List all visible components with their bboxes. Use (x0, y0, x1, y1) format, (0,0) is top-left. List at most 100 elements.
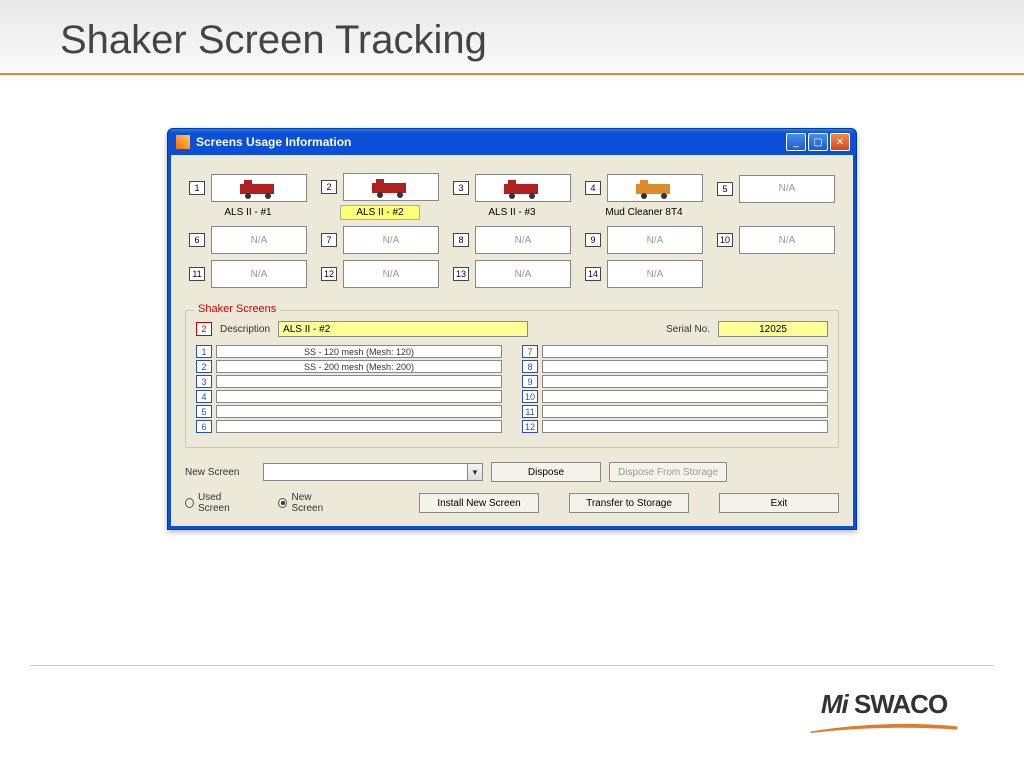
divider-orange (0, 73, 1024, 75)
slot-number: 9 (522, 375, 538, 388)
selected-position-number: 2 (196, 322, 212, 336)
description-label: Description (220, 324, 270, 335)
mud-cleaner-icon (607, 174, 703, 202)
shaker-position-13[interactable]: 13N/A (453, 260, 571, 288)
install-new-screen-button[interactable]: Install New Screen (419, 493, 539, 513)
window-screens-usage: Screens Usage Information _ ▢ ✕ 1ALS II … (167, 128, 857, 530)
slot-number: 6 (196, 420, 212, 433)
app-icon (176, 135, 190, 149)
position-number: 13 (453, 267, 469, 281)
screen-slot-11[interactable] (542, 405, 828, 418)
slot-number: 12 (522, 420, 538, 433)
screen-slot-1[interactable]: SS - 120 mesh (Mesh: 120) (216, 345, 502, 358)
position-number: 11 (189, 267, 205, 281)
slot-number: 5 (196, 405, 212, 418)
window-title: Screens Usage Information (196, 135, 786, 149)
screen-slot-2[interactable]: SS - 200 mesh (Mesh: 200) (216, 360, 502, 373)
empty-position: N/A (739, 175, 835, 203)
slot-number: 8 (522, 360, 538, 373)
screen-slots: 1 SS - 120 mesh (Mesh: 120) 2 SS - 200 mesh… (196, 345, 828, 435)
new-screen-combo[interactable]: ▼ (263, 463, 483, 481)
dispose-from-storage-button[interactable]: Dispose From Storage (609, 462, 727, 482)
new-screen-label: New Screen (185, 467, 255, 478)
shaker-position-grid: 1ALS II - #1 2ALS II - #2 3ALS II - #3 4 Mud… (185, 167, 839, 306)
empty-position: N/A (211, 260, 307, 288)
position-number: 4 (585, 181, 601, 195)
shaker-label: ALS II - #1 (208, 206, 288, 219)
empty-position: N/A (739, 226, 835, 254)
radio-icon (185, 498, 194, 508)
radio-label: New Screen (291, 492, 339, 514)
new-screen-radio[interactable]: New Screen (278, 492, 339, 514)
shaker-position-14[interactable]: 14 N/A (585, 260, 703, 288)
titlebar[interactable]: Screens Usage Information _ ▢ ✕ (168, 129, 856, 155)
screen-slot-10[interactable] (542, 390, 828, 403)
empty-position: N/A (607, 260, 703, 288)
radio-icon (278, 498, 287, 508)
group-title: Shaker Screens (194, 303, 280, 315)
shaker-position-1[interactable]: 1ALS II - #1 (189, 174, 307, 219)
shaker-screens-group: Shaker Screens 2 Description ALS II - #2… (185, 310, 839, 448)
shaker-position-6[interactable]: 6N/A (189, 226, 307, 254)
slot-number: 7 (522, 345, 538, 358)
screen-slot-5[interactable] (216, 405, 502, 418)
serial-field[interactable]: 12025 (718, 321, 828, 337)
position-number: 2 (321, 180, 337, 194)
shaker-position-2[interactable]: 2ALS II - #2 (321, 173, 439, 220)
screen-slot-8[interactable] (542, 360, 828, 373)
shaker-position-5[interactable]: 5 N/A (717, 175, 835, 219)
maximize-button[interactable]: ▢ (808, 133, 828, 151)
slot-number: 10 (522, 390, 538, 403)
position-number: 9 (585, 233, 601, 247)
screen-slot-6[interactable] (216, 420, 502, 433)
position-number: 3 (453, 181, 469, 195)
shaker-position-9[interactable]: 9 N/A (585, 226, 703, 254)
minimize-button[interactable]: _ (786, 133, 806, 151)
slot-number: 4 (196, 390, 212, 403)
slot-number: 1 (196, 345, 212, 358)
used-screen-radio[interactable]: Used Screen (185, 492, 248, 514)
position-number: 5 (717, 182, 733, 196)
brand-swoosh-icon (794, 723, 974, 733)
shaker-label: Mud Cleaner 8T4 (597, 206, 690, 219)
chevron-down-icon[interactable]: ▼ (467, 464, 482, 480)
shaker-label: ALS II - #3 (472, 206, 552, 219)
description-field[interactable]: ALS II - #2 (278, 321, 528, 337)
position-number: 1 (189, 181, 205, 195)
slot-number: 2 (196, 360, 212, 373)
screen-slot-3[interactable] (216, 375, 502, 388)
close-button[interactable]: ✕ (830, 133, 850, 151)
exit-button[interactable]: Exit (719, 493, 839, 513)
empty-position: N/A (607, 226, 703, 254)
screen-slot-4[interactable] (216, 390, 502, 403)
serial-label: Serial No. (666, 324, 710, 335)
position-number: 14 (585, 267, 601, 281)
position-number: 7 (321, 233, 337, 247)
transfer-to-storage-button[interactable]: Transfer to Storage (569, 493, 689, 513)
screen-slot-9[interactable] (542, 375, 828, 388)
position-number: 6 (189, 233, 205, 247)
shaker-icon (343, 173, 439, 201)
shaker-position-4[interactable]: 4 Mud Cleaner 8T4 (585, 174, 703, 219)
shaker-position-11[interactable]: 11 N/A (189, 260, 307, 288)
dispose-button[interactable]: Dispose (491, 462, 601, 482)
brand-logo: Mi SWACO (794, 689, 974, 738)
shaker-position-10[interactable]: 10 N/A (717, 226, 835, 254)
shaker-position-12[interactable]: 12N/A (321, 260, 439, 288)
position-number: 8 (453, 233, 469, 247)
shaker-icon (211, 174, 307, 202)
shaker-icon (475, 174, 571, 202)
slot-number: 3 (196, 375, 212, 388)
slide-title: Shaker Screen Tracking (0, 0, 1024, 73)
empty-position: N/A (475, 226, 571, 254)
position-number: 10 (717, 233, 733, 247)
shaker-position-3[interactable]: 3ALS II - #3 (453, 174, 571, 219)
screen-slot-12[interactable] (542, 420, 828, 433)
screen-slot-7[interactable] (542, 345, 828, 358)
shaker-position-8[interactable]: 8 N/A (453, 226, 571, 254)
position-number: 12 (321, 267, 337, 281)
radio-label: Used Screen (198, 492, 249, 514)
shaker-position-7[interactable]: 7N/A (321, 226, 439, 254)
slot-number: 11 (522, 405, 538, 418)
shaker-label: ALS II - #2 (340, 205, 420, 220)
